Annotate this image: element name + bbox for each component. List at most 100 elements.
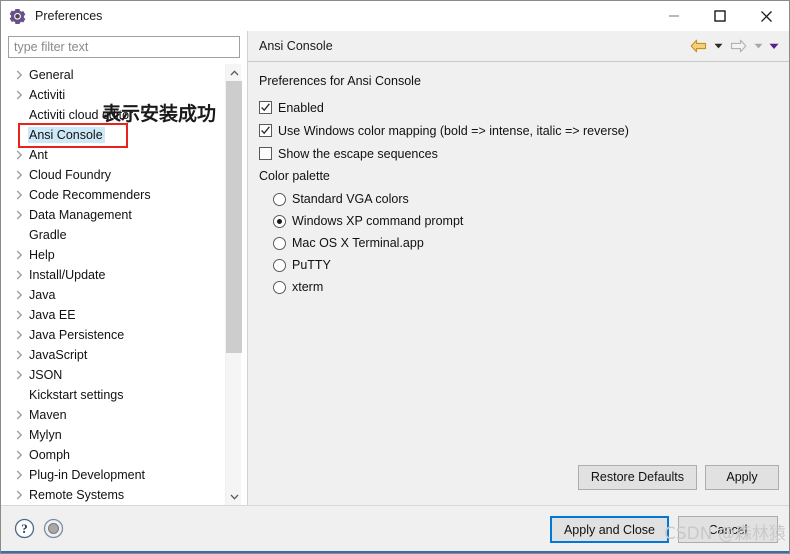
chevron-right-icon[interactable]: [10, 290, 28, 300]
chevron-right-icon[interactable]: [10, 90, 28, 100]
accent-line: [1, 551, 789, 553]
scroll-down-arrow[interactable]: [226, 488, 242, 505]
chevron-right-icon[interactable]: [10, 150, 28, 160]
chevron-right-icon[interactable]: [10, 350, 28, 360]
chevron-right-icon[interactable]: [10, 410, 28, 420]
chevron-right-icon[interactable]: [10, 250, 28, 260]
tree-item-label: JSON: [29, 368, 63, 382]
radio-row[interactable]: Standard VGA colors: [259, 188, 779, 210]
apply-button[interactable]: Apply: [705, 464, 779, 490]
radio-row[interactable]: Windows XP command prompt: [259, 210, 779, 232]
cancel-button[interactable]: Cancel: [678, 516, 778, 543]
tree-item-label: Activiti cloud editor: [29, 108, 134, 122]
tree-item-help[interactable]: Help: [8, 245, 225, 265]
back-dropdown-chevron-down-icon[interactable]: [711, 36, 725, 56]
tree-item-javascript[interactable]: JavaScript: [8, 345, 225, 365]
forward-dropdown-chevron-down-icon[interactable]: [751, 36, 765, 56]
tree-item-maven[interactable]: Maven: [8, 405, 225, 425]
radio-unselected-icon[interactable]: [273, 258, 286, 272]
checkbox-label: Show the escape sequences: [278, 146, 438, 161]
restore-defaults-button[interactable]: Restore Defaults: [577, 464, 697, 490]
scrollbar-thumb[interactable]: [226, 81, 242, 353]
chevron-right-icon[interactable]: [10, 490, 28, 500]
radio-row[interactable]: PuTTY: [259, 254, 779, 276]
back-arrow-icon[interactable]: [687, 36, 709, 56]
apply-and-close-button[interactable]: Apply and Close: [549, 516, 669, 543]
dialog-bottom-bar: ? Apply and Close Cancel: [1, 505, 789, 553]
tree-item-label: Oomph: [29, 448, 70, 462]
tree-item-kickstart-settings[interactable]: Kickstart settings: [8, 385, 225, 405]
page-header: Ansi Console: [248, 31, 789, 62]
title-bar: Preferences: [1, 1, 789, 31]
forward-arrow-icon[interactable]: [727, 36, 749, 56]
tree-item-mylyn[interactable]: Mylyn: [8, 425, 225, 445]
tree-item-oomph[interactable]: Oomph: [8, 445, 225, 465]
checkbox-label: Use Windows color mapping (bold => inten…: [278, 123, 629, 138]
chevron-right-icon[interactable]: [10, 450, 28, 460]
radio-unselected-icon[interactable]: [273, 236, 286, 250]
filter-placeholder: type filter text: [14, 40, 89, 54]
page-menu-chevron-down-icon[interactable]: [767, 36, 781, 56]
tree-item-plug-in-development[interactable]: Plug-in Development: [8, 465, 225, 485]
checkbox-unchecked-icon[interactable]: [259, 147, 272, 160]
tree-item-label: Install/Update: [29, 268, 106, 282]
tree-item-java[interactable]: Java: [8, 285, 225, 305]
tree-item-label: Data Management: [29, 208, 132, 222]
tree-item-label: General: [29, 68, 74, 82]
window-title: Preferences: [35, 9, 103, 23]
chevron-right-icon[interactable]: [10, 330, 28, 340]
tree-item-activiti-cloud-editor[interactable]: Activiti cloud editor: [8, 105, 225, 125]
tree-item-data-management[interactable]: Data Management: [8, 205, 225, 225]
tree-item-install-update[interactable]: Install/Update: [8, 265, 225, 285]
chevron-right-icon[interactable]: [10, 70, 28, 80]
tree-item-label: Code Recommenders: [29, 188, 151, 202]
tree-item-label: Java: [29, 288, 56, 302]
chevron-right-icon[interactable]: [10, 310, 28, 320]
maximize-icon[interactable]: [697, 1, 743, 31]
gear-icon: [9, 8, 26, 25]
scroll-up-arrow[interactable]: [226, 64, 242, 81]
checkbox-checked-icon[interactable]: [259, 101, 272, 114]
checkbox-row[interactable]: Enabled: [259, 97, 779, 118]
filter-input[interactable]: type filter text: [8, 36, 240, 58]
checkbox-row[interactable]: Use Windows color mapping (bold => inten…: [259, 120, 779, 141]
chevron-right-icon[interactable]: [10, 210, 28, 220]
tree-item-java-persistence[interactable]: Java Persistence: [8, 325, 225, 345]
chevron-right-icon[interactable]: [10, 170, 28, 180]
circle-icon[interactable]: [43, 518, 64, 542]
tree-item-ansi-console[interactable]: Ansi Console: [8, 123, 225, 148]
help-icon[interactable]: ?: [14, 518, 35, 542]
radio-unselected-icon[interactable]: [273, 192, 286, 206]
chevron-right-icon[interactable]: [10, 430, 28, 440]
checkbox-checked-icon[interactable]: [259, 124, 272, 137]
chevron-right-icon[interactable]: [10, 370, 28, 380]
tree-item-gradle[interactable]: Gradle: [8, 225, 225, 245]
tree-item-remote-systems[interactable]: Remote Systems: [8, 485, 225, 505]
chevron-right-icon[interactable]: [10, 270, 28, 280]
radio-unselected-icon[interactable]: [273, 280, 286, 294]
close-icon[interactable]: [743, 1, 789, 31]
checkbox-row[interactable]: Show the escape sequences: [259, 143, 779, 164]
tree-area: General Activiti Activiti cloud editor Ansi…: [8, 64, 242, 505]
minimize-icon[interactable]: [651, 1, 697, 31]
chevron-right-icon[interactable]: [10, 190, 28, 200]
radio-selected-icon[interactable]: [273, 214, 286, 228]
chevron-right-icon[interactable]: [10, 470, 28, 480]
tree-item-cloud-foundry[interactable]: Cloud Foundry: [8, 165, 225, 185]
tree-item-activiti[interactable]: Activiti: [8, 85, 225, 105]
tree-item-code-recommenders[interactable]: Code Recommenders: [8, 185, 225, 205]
radio-row[interactable]: Mac OS X Terminal.app: [259, 232, 779, 254]
tree-item-general[interactable]: General: [8, 65, 225, 85]
tree-item-label: Remote Systems: [29, 488, 125, 502]
tree-item-label: Kickstart settings: [29, 388, 124, 402]
tree-item-json[interactable]: JSON: [8, 365, 225, 385]
tree-item-ant[interactable]: Ant: [8, 145, 225, 165]
tree-item-label: Plug-in Development: [29, 468, 146, 482]
bottom-icon-group: ?: [14, 518, 64, 542]
dialog-action-buttons: Apply and Close Cancel: [549, 516, 778, 543]
tree-item-label: Mylyn: [29, 428, 62, 442]
tree-scrollbar[interactable]: [225, 64, 242, 505]
preferences-tree[interactable]: General Activiti Activiti cloud editor Ansi…: [8, 64, 225, 505]
tree-item-java-ee[interactable]: Java EE: [8, 305, 225, 325]
radio-row[interactable]: xterm: [259, 276, 779, 298]
